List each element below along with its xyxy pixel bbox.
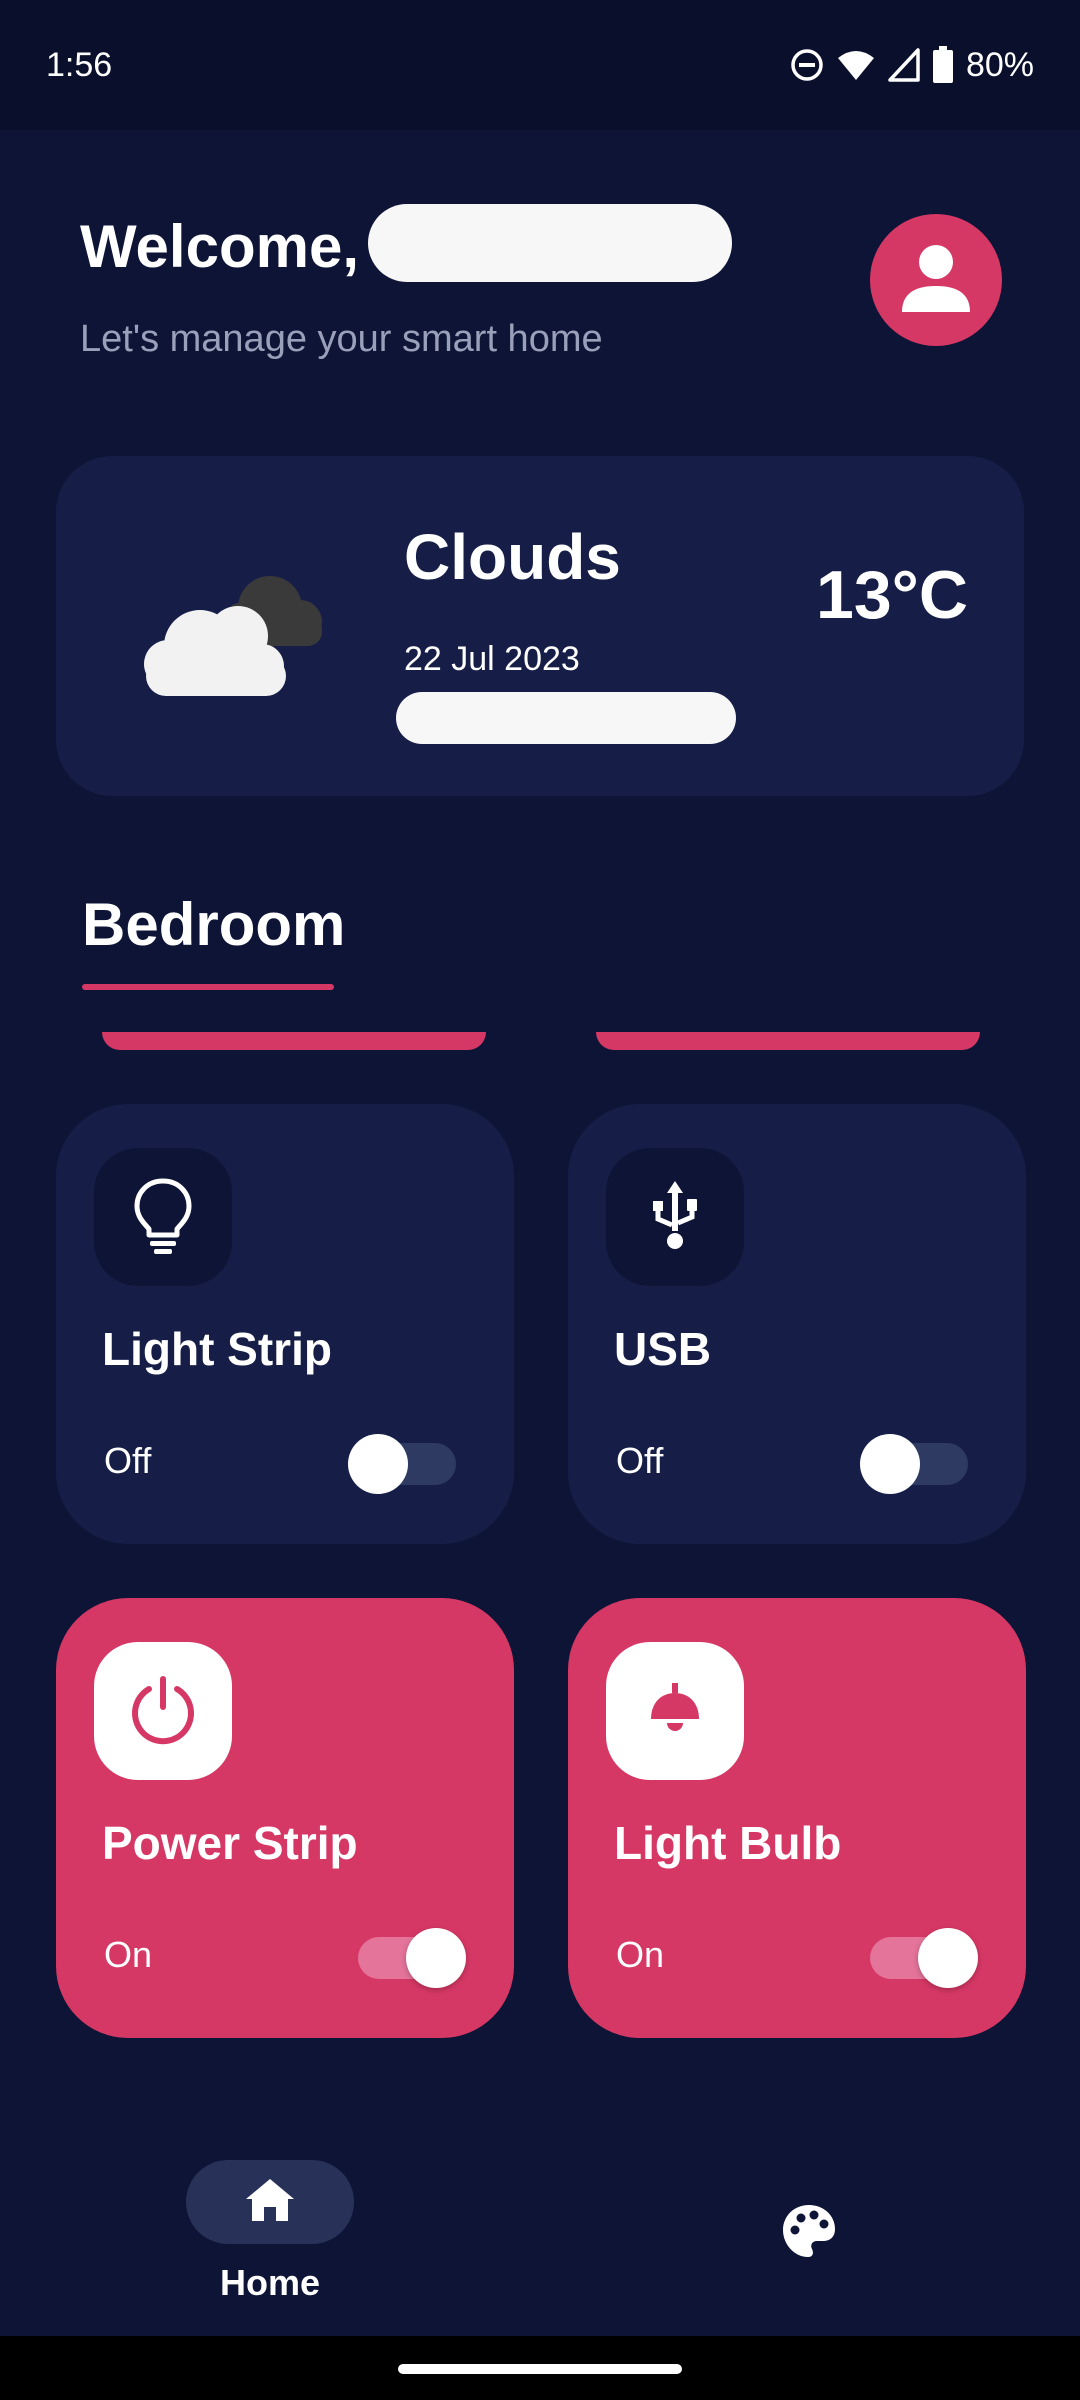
redacted-location bbox=[396, 692, 736, 744]
device-state: On bbox=[104, 1934, 153, 1975]
tab-bedroom[interactable]: Bedroom bbox=[82, 890, 345, 959]
usb-icon bbox=[647, 1179, 703, 1256]
device-state: Off bbox=[104, 1440, 152, 1481]
home-icon bbox=[244, 2177, 296, 2228]
device-toggle[interactable] bbox=[860, 1918, 978, 1998]
welcome-text: Welcome, bbox=[80, 213, 359, 280]
clipped-card-left bbox=[102, 1032, 486, 1050]
clipped-card-right bbox=[596, 1032, 980, 1050]
status-time: 1:56 bbox=[46, 45, 113, 84]
toggle-knob bbox=[860, 1434, 920, 1494]
battery-percentage: 80% bbox=[965, 45, 1034, 84]
nav-home-button[interactable] bbox=[186, 2160, 354, 2244]
device-toggle[interactable] bbox=[860, 1424, 978, 1504]
nav-home-label[interactable]: Home bbox=[186, 2262, 354, 2304]
tab-indicator bbox=[82, 984, 334, 990]
battery-icon bbox=[932, 46, 954, 84]
device-card-light-strip[interactable]: Light Strip Off bbox=[56, 1104, 514, 1544]
status-bar: 1:56 80% bbox=[0, 0, 1080, 130]
device-state: Off bbox=[616, 1440, 664, 1481]
weather-date: 22 Jul 2023 bbox=[404, 640, 580, 678]
device-toggle[interactable] bbox=[348, 1424, 466, 1504]
device-name: Light Strip bbox=[102, 1323, 332, 1375]
device-toggle[interactable] bbox=[348, 1918, 466, 1998]
gesture-handle[interactable] bbox=[398, 2364, 682, 2374]
person-icon bbox=[898, 240, 974, 321]
device-icon-box bbox=[94, 1148, 232, 1286]
device-name: Power Strip bbox=[102, 1817, 358, 1869]
power-icon bbox=[127, 1673, 199, 1750]
redacted-username bbox=[368, 204, 732, 282]
wifi-icon bbox=[836, 48, 876, 82]
cloudy-icon bbox=[132, 556, 332, 711]
device-card-light-bulb[interactable]: Light Bulb On bbox=[568, 1598, 1026, 2038]
device-name: Light Bulb bbox=[614, 1817, 842, 1869]
toggle-knob bbox=[348, 1434, 408, 1494]
device-icon-box bbox=[606, 1148, 744, 1286]
weather-temperature: 13°C bbox=[816, 557, 968, 633]
device-card-usb[interactable]: USB Off bbox=[568, 1104, 1026, 1544]
device-card-power-strip[interactable]: Power Strip On bbox=[56, 1598, 514, 2038]
device-icon-box bbox=[606, 1642, 744, 1780]
ceiling-lamp-icon bbox=[643, 1677, 707, 1746]
device-icon-box bbox=[94, 1642, 232, 1780]
weather-card: Clouds 22 Jul 2023 13°C bbox=[56, 456, 1024, 796]
do-not-disturb-icon bbox=[790, 48, 824, 82]
profile-avatar-button[interactable] bbox=[870, 214, 1002, 346]
lightbulb-outline-icon bbox=[131, 1175, 195, 1260]
device-name: USB bbox=[614, 1323, 712, 1375]
status-icons: 80% bbox=[790, 46, 1034, 85]
device-state: On bbox=[616, 1934, 665, 1975]
toggle-knob bbox=[918, 1928, 978, 1988]
subtitle: Let's manage your smart home bbox=[80, 318, 603, 360]
toggle-knob bbox=[406, 1928, 466, 1988]
palette-icon[interactable] bbox=[780, 2202, 838, 2260]
cellular-signal-icon bbox=[888, 48, 920, 82]
weather-condition: Clouds bbox=[404, 521, 621, 593]
